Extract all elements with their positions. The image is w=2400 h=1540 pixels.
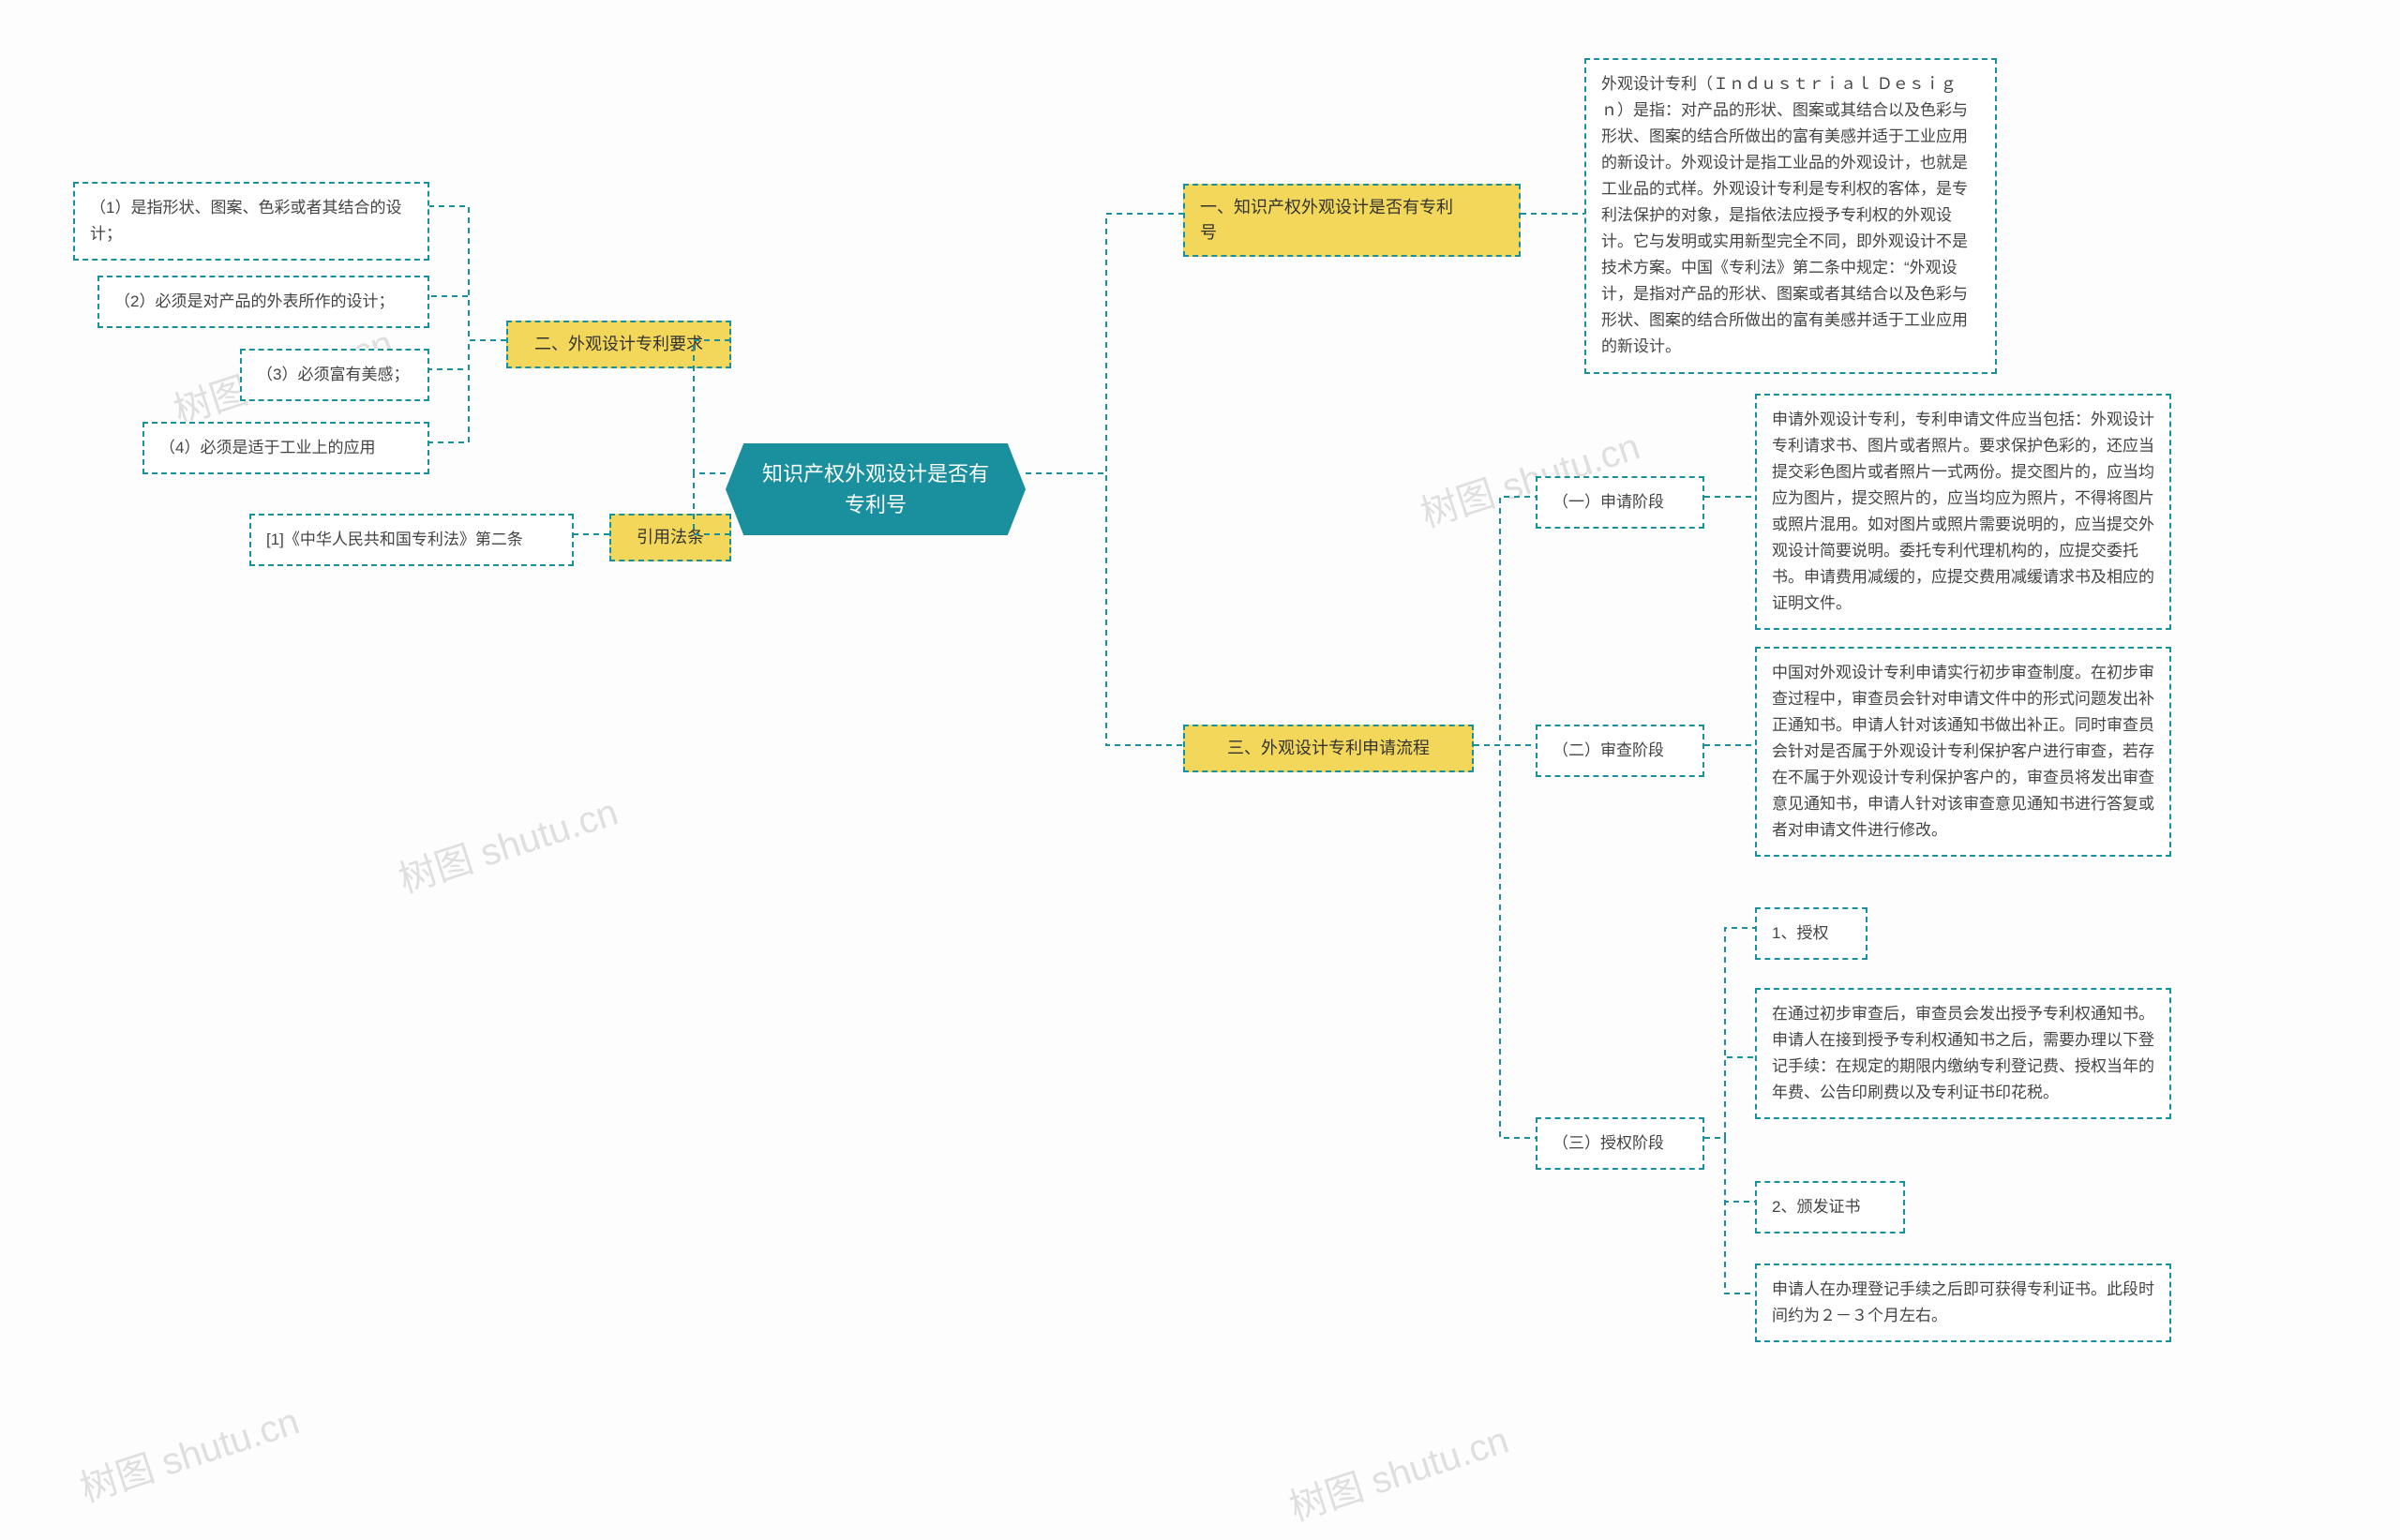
section1-title-line2: 号 bbox=[1200, 220, 1504, 246]
section2-title: 二、外观设计专利要求 bbox=[506, 321, 731, 368]
section1-title: 一、知识产权外观设计是否有专利 号 bbox=[1183, 184, 1521, 257]
section2-item-2: （2）必须是对产品的外表所作的设计； bbox=[98, 276, 429, 328]
stage3-sub3-label: 2、颁发证书 bbox=[1755, 1181, 1905, 1233]
watermark: 树图 shutu.cn bbox=[391, 782, 623, 904]
watermark: 树图 shutu.cn bbox=[72, 1391, 305, 1513]
root-line1: 知识产权外观设计是否有 bbox=[746, 458, 1005, 489]
stage3-sub2-body: 在通过初步审查后，审查员会发出授予专利权通知书。申请人在接到授予专利权通知书之后… bbox=[1755, 988, 2171, 1119]
stage3-name: （三）授权阶段 bbox=[1536, 1117, 1704, 1170]
section1-title-line1: 一、知识产权外观设计是否有专利 bbox=[1200, 195, 1504, 220]
section2-item-1: （1）是指形状、图案、色彩或者其结合的设计； bbox=[73, 182, 429, 261]
citation-item-1: [1]《中华人民共和国专利法》第二条 bbox=[249, 514, 574, 566]
root-node: 知识产权外观设计是否有 专利号 bbox=[726, 443, 1026, 535]
section1-body: 外观设计专利（Ｉｎｄｕｓｔｒｉａｌ Ｄｅｓｉｇｎ）是指：对产品的形状、图案或其结… bbox=[1584, 58, 1997, 374]
stage2-name: （二）审查阶段 bbox=[1536, 725, 1704, 777]
stage1-body: 申请外观设计专利，专利申请文件应当包括：外观设计专利请求书、图片或者照片。要求保… bbox=[1755, 394, 2171, 630]
stage1-name: （一）申请阶段 bbox=[1536, 476, 1704, 529]
stage3-sub1-label: 1、授权 bbox=[1755, 907, 1868, 960]
section3-title: 三、外观设计专利申请流程 bbox=[1183, 725, 1474, 772]
section2-item-4: （4）必须是适于工业上的应用 bbox=[142, 422, 429, 474]
stage3-sub4-body: 申请人在办理登记手续之后即可获得专利证书。此段时间约为２－３个月左右。 bbox=[1755, 1263, 2171, 1342]
section2-item-3: （3）必须富有美感； bbox=[240, 349, 429, 401]
stage2-body: 中国对外观设计专利申请实行初步审查制度。在初步审查过程中，审查员会针对申请文件中… bbox=[1755, 647, 2171, 857]
root-line2: 专利号 bbox=[746, 489, 1005, 520]
citation-title: 引用法条 bbox=[609, 514, 731, 561]
watermark: 树图 shutu.cn bbox=[1282, 1410, 1514, 1532]
